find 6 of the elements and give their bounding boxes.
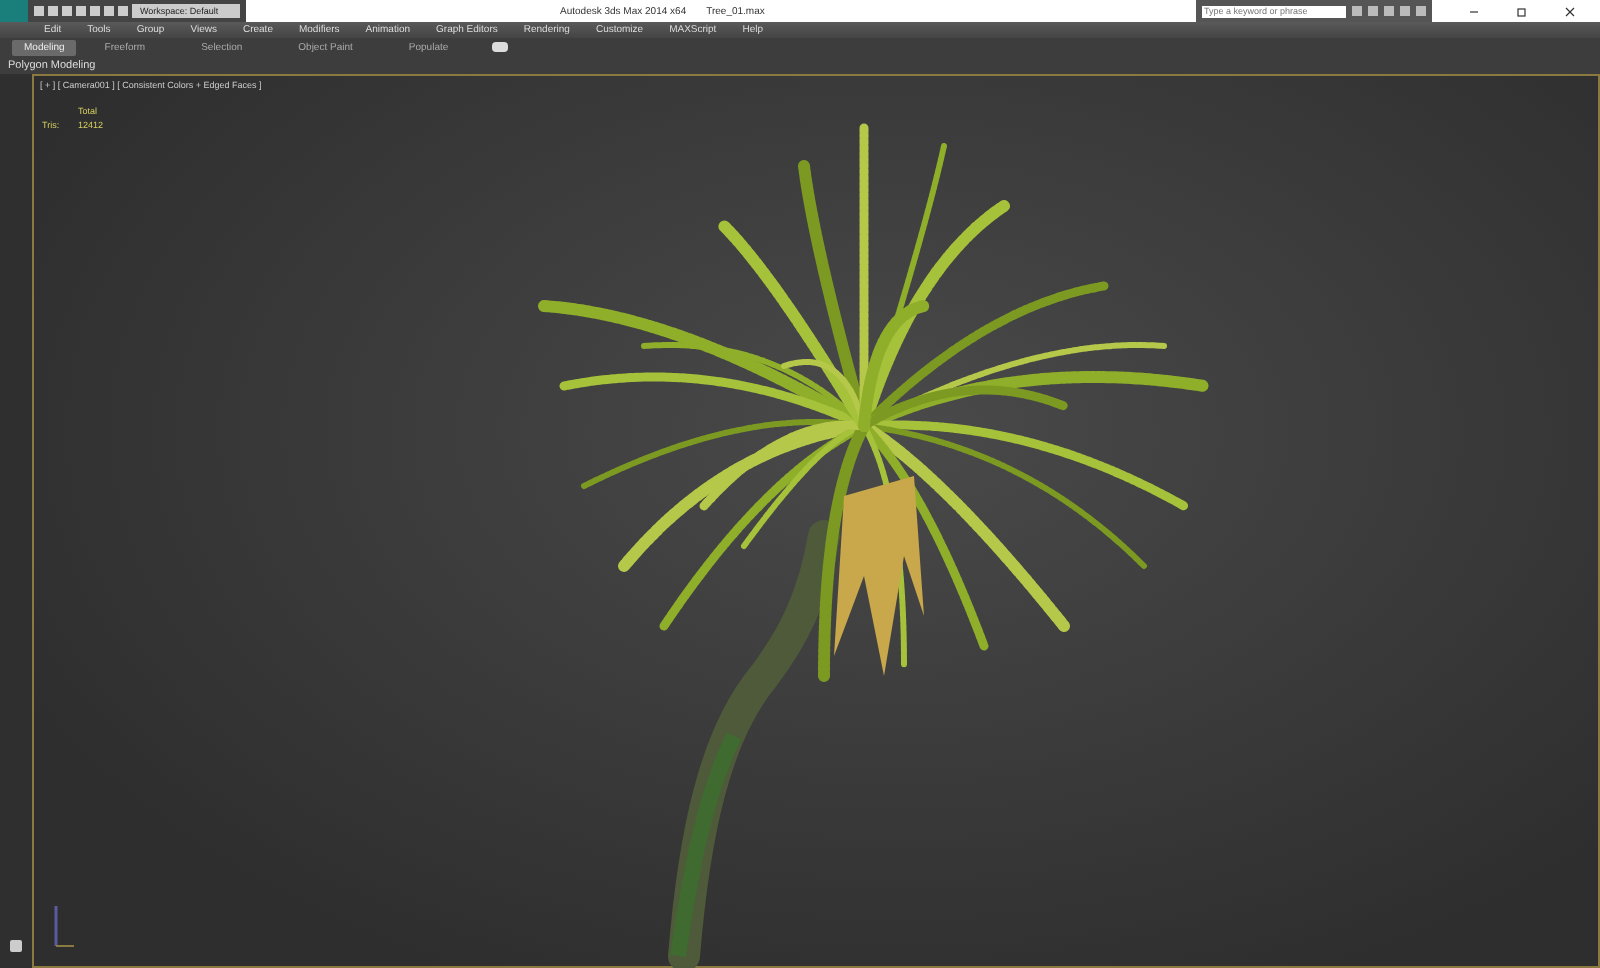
app-logo-icon[interactable]	[0, 0, 28, 22]
viewport-navigation-icon[interactable]	[10, 940, 22, 952]
axis-gizmo-icon	[54, 906, 75, 947]
restore-icon[interactable]	[1516, 5, 1528, 17]
close-icon[interactable]	[1564, 5, 1576, 17]
minimize-icon[interactable]	[1468, 5, 1480, 17]
